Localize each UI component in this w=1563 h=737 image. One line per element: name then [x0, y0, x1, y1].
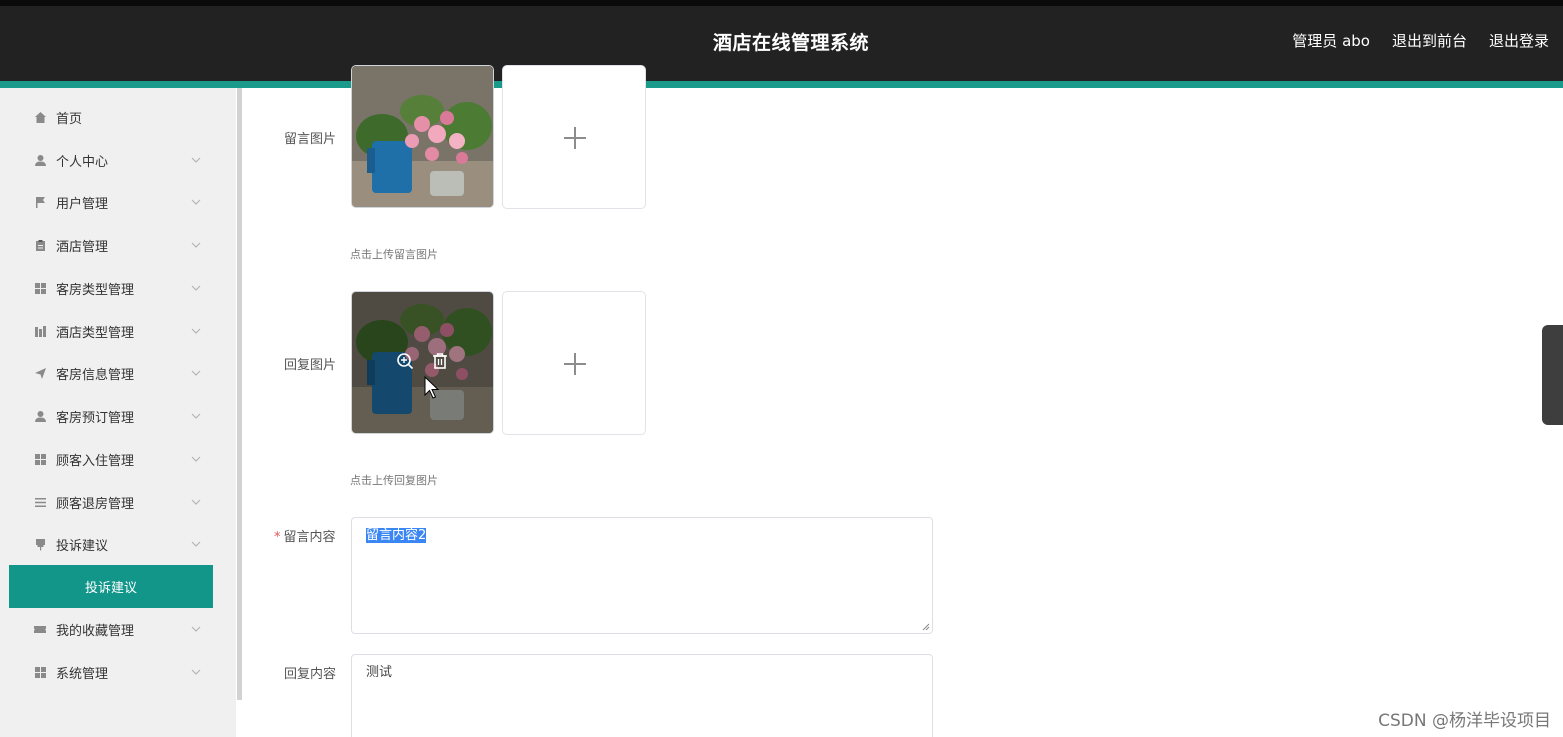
admin-user-link[interactable]: 管理员 abo	[1292, 30, 1370, 51]
send-icon	[33, 366, 47, 380]
sidebar-item-label: 个人中心	[56, 154, 109, 170]
sidebar-item-complaints[interactable]: 投诉建议	[0, 524, 236, 564]
chevron-down-icon	[191, 242, 201, 248]
flower-vase-image	[352, 66, 493, 207]
ticket-icon	[33, 622, 47, 636]
message-content-label: * 留言内容	[274, 526, 336, 545]
reply-image-thumbnail[interactable]	[351, 291, 494, 434]
reply-content-value: 测试	[366, 665, 393, 680]
message-content-textarea[interactable]: 留言内容2	[351, 517, 933, 634]
sidebar-subitem-complaints-active[interactable]: 投诉建议	[9, 565, 213, 608]
delete-icon[interactable]	[431, 352, 449, 370]
sidebar-item-label: 投诉建议	[56, 538, 109, 554]
resize-handle-icon[interactable]	[921, 622, 930, 631]
grid-icon	[33, 281, 47, 295]
plus-icon-vertical	[574, 353, 576, 375]
sidebar-item-room-booking-management[interactable]: 客房预订管理	[0, 396, 236, 436]
user-icon	[33, 153, 47, 167]
sidebar-scrollbar[interactable]	[237, 88, 242, 700]
sidebar-item-checkin-management[interactable]: 顾客入住管理	[0, 439, 236, 479]
chevron-down-icon	[191, 328, 201, 334]
sidebar-item-label: 用户管理	[56, 196, 109, 212]
sidebar-item-label: 我的收藏管理	[56, 623, 135, 639]
plus-icon-vertical	[574, 127, 576, 149]
sidebar-item-label: 酒店管理	[56, 239, 109, 255]
sidebar-item-label: 首页	[56, 111, 83, 127]
reply-image-hint: 点击上传回复图片	[350, 474, 438, 487]
sidebar-item-room-info-management[interactable]: 客房信息管理	[0, 353, 236, 393]
side-drawer-tab[interactable]	[1542, 325, 1563, 425]
chevron-down-icon	[191, 199, 201, 205]
sidebar-item-home[interactable]: 首页	[0, 97, 236, 137]
pin-icon	[33, 537, 47, 551]
sidebar-item-hotel-type-management[interactable]: 酒店类型管理	[0, 311, 236, 351]
sidebar-item-label: 顾客入住管理	[56, 453, 135, 469]
message-content-value: 留言内容2	[366, 528, 427, 543]
message-image-upload-button[interactable]	[502, 65, 646, 209]
sidebar-item-label: 酒店类型管理	[56, 325, 135, 341]
message-image-label: 留言图片	[284, 132, 337, 147]
grid-icon	[33, 452, 47, 466]
message-image-hint: 点击上传留言图片	[350, 248, 438, 261]
watermark: CSDN @杨洋毕设项目	[1378, 711, 1551, 731]
chevron-down-icon	[191, 626, 201, 632]
chevron-down-icon	[191, 413, 201, 419]
mouse-cursor-icon	[424, 376, 440, 399]
logout-link[interactable]: 退出登录	[1489, 30, 1549, 51]
sidebar-item-favorites-management[interactable]: 我的收藏管理	[0, 609, 236, 649]
chevron-down-icon	[191, 669, 201, 675]
sidebar-item-label: 客房信息管理	[56, 367, 135, 383]
chevron-down-icon	[191, 285, 201, 291]
list-icon	[33, 495, 47, 509]
flower-vase-image	[352, 292, 493, 433]
grid-icon	[33, 665, 47, 679]
clipboard-icon	[33, 238, 47, 252]
flag-icon	[33, 195, 47, 209]
sidebar-item-label: 客房类型管理	[56, 282, 135, 298]
sidebar-item-checkout-management[interactable]: 顾客退房管理	[0, 482, 236, 522]
reply-image-upload-button[interactable]	[502, 291, 646, 435]
chevron-down-icon	[191, 456, 201, 462]
bars-icon	[33, 324, 47, 338]
sidebar-item-user-management[interactable]: 用户管理	[0, 182, 236, 222]
sidebar-item-room-type-management[interactable]: 客房类型管理	[0, 268, 236, 308]
navbar-accent-line	[0, 81, 1563, 88]
chevron-down-icon	[191, 541, 201, 547]
sidebar-item-system-management[interactable]: 系统管理	[0, 652, 236, 692]
chevron-down-icon	[191, 499, 201, 505]
sidebar-item-label: 顾客退房管理	[56, 496, 135, 512]
chevron-down-icon	[191, 157, 201, 163]
message-image-thumbnail[interactable]	[351, 65, 494, 208]
back-to-frontend-link[interactable]: 退出到前台	[1392, 30, 1467, 51]
header-links: 管理员 abo 退出到前台 退出登录	[1292, 30, 1549, 51]
sidebar-item-personal-center[interactable]: 个人中心	[0, 140, 236, 180]
message-content-label-text: 留言内容	[283, 530, 336, 545]
required-marker: *	[274, 530, 281, 545]
sidebar-item-hotel-management[interactable]: 酒店管理	[0, 225, 236, 265]
reply-content-textarea[interactable]: 测试	[351, 654, 933, 737]
zoom-in-icon[interactable]	[396, 352, 414, 370]
reply-image-label: 回复图片	[284, 358, 337, 373]
sidebar-item-label: 客房预订管理	[56, 410, 135, 426]
person-icon	[33, 409, 47, 423]
sidebar-item-label: 系统管理	[56, 666, 109, 682]
home-icon	[33, 110, 47, 124]
reply-content-label: 回复内容	[284, 667, 337, 682]
chevron-down-icon	[191, 370, 201, 376]
